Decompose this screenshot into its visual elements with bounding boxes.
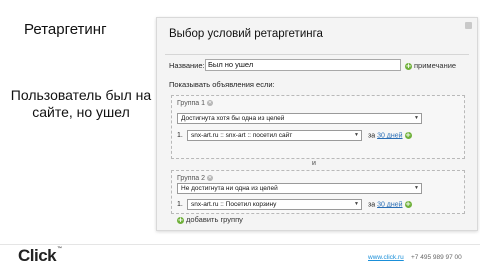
group-1-label: Группа 1 (177, 100, 206, 107)
chevron-down-icon: ▼ (354, 201, 359, 207)
group-2-match-select[interactable]: Не достигнута ни одна из целей ▼ (177, 183, 422, 194)
remove-group-icon[interactable]: ✕ (207, 100, 214, 107)
condition-number: 1. (177, 132, 183, 139)
show-ads-if-label: Показывать объявления если: (169, 80, 275, 89)
condition-group-1: Группа 1 ✕ Достигнута хотя бы одна из цел… (171, 95, 465, 159)
group-2-header: Группа 2 ✕ (177, 175, 214, 182)
group-2-goal-select[interactable]: snx-art.ru :: Посетил корзину ▼ (187, 199, 362, 210)
group-1-goal-value: snx-art.ru :: snx-art :: посетил сайт (191, 132, 293, 139)
period-prefix: за (368, 132, 376, 140)
group-1-match-value: Достигнута хотя бы одна из целей (181, 115, 285, 122)
dialog-heading: Выбор условий ретаргетинга (169, 28, 323, 40)
click-logo: Click™ (18, 246, 62, 266)
name-label: Название: (169, 61, 205, 70)
note-link-label: примечание (414, 61, 457, 70)
group-2-period: за 30 дней + (368, 201, 414, 208)
chevron-down-icon: ▼ (414, 115, 419, 121)
group-2-match-value: Не достигнута ни одна из целей (181, 185, 278, 192)
add-condition-icon[interactable]: + (404, 132, 412, 139)
plus-icon: + (177, 215, 184, 224)
logo-text: Click (18, 246, 57, 265)
group-2-goal-value: snx-art.ru :: Посетил корзину (191, 201, 277, 208)
condition-group-2: Группа 2 ✕ Не достигнута ни одна из целей… (171, 170, 465, 214)
footer-divider (0, 244, 480, 245)
logo-trademark: ™ (57, 246, 62, 252)
add-group-link[interactable]: + добавить группу (177, 215, 243, 224)
footer-phone: +7 495 989 97 00 (411, 254, 462, 261)
chevron-down-icon: ▼ (354, 132, 359, 138)
group-1-match-select[interactable]: Достигнута хотя бы одна из целей ▼ (177, 113, 422, 124)
name-input[interactable]: Был но ушел (205, 59, 401, 71)
group-1-period: за 30 дней + (368, 132, 414, 139)
group-1-header: Группа 1 ✕ (177, 100, 214, 107)
condition-number: 1. (177, 201, 183, 208)
slide-side-text: Пользователь был на сайте, но ушел (10, 87, 152, 120)
group-1-goal-select[interactable]: snx-art.ru :: snx-art :: посетил сайт ▼ (187, 130, 362, 141)
period-days-link[interactable]: 30 дней (377, 132, 402, 139)
footer-site-link[interactable]: www.click.ru (368, 254, 404, 261)
retargeting-conditions-dialog: Выбор условий ретаргетинга Название: Был… (156, 17, 478, 231)
period-prefix: за (368, 201, 376, 209)
chevron-down-icon: ▼ (414, 185, 419, 191)
and-separator: и (312, 160, 316, 167)
period-days-link[interactable]: 30 дней (377, 201, 402, 208)
add-condition-icon[interactable]: + (404, 201, 412, 208)
note-link[interactable]: + примечание (405, 61, 456, 70)
group-2-label: Группа 2 (177, 175, 206, 182)
remove-group-icon[interactable]: ✕ (207, 175, 214, 182)
plus-icon: + (405, 61, 412, 70)
slide-title: Ретаргетинг (24, 21, 107, 38)
add-group-label: добавить группу (186, 215, 243, 224)
dialog-divider (165, 54, 469, 55)
close-icon[interactable] (465, 22, 472, 29)
